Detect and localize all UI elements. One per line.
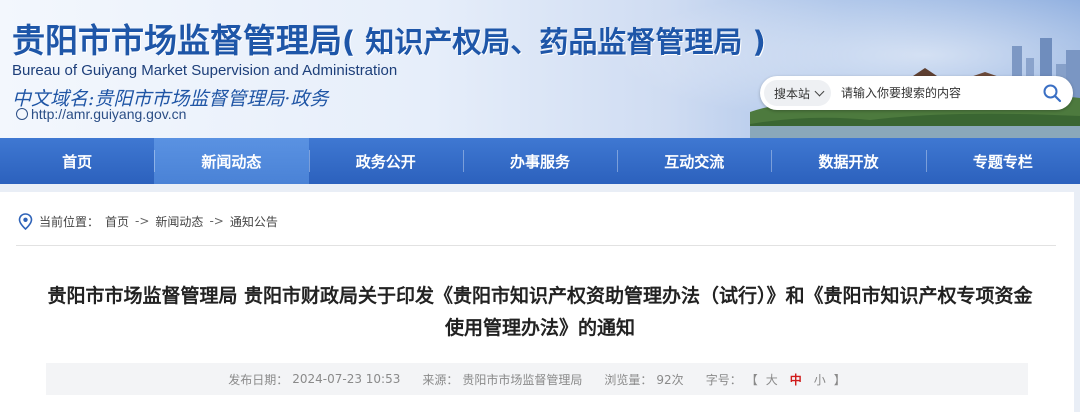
font-size-label: 字号： bbox=[705, 372, 742, 387]
nav-item-special-topics[interactable]: 专题专栏 bbox=[925, 138, 1080, 184]
breadcrumb-separator: -> bbox=[135, 214, 150, 228]
view-count: 浏览量： 92次 bbox=[604, 371, 683, 388]
nav-label: 专题专栏 bbox=[972, 152, 1033, 171]
font-size-bracket: 】 bbox=[833, 372, 846, 387]
font-size-small-button[interactable]: 小 bbox=[814, 371, 826, 388]
source: 来源： 贵阳市市场监督管理局 bbox=[422, 371, 582, 388]
breadcrumb-prefix: 当前位置： bbox=[39, 214, 100, 229]
nav-label: 互动交流 bbox=[664, 152, 725, 171]
nav-item-government-affairs[interactable]: 政务公开 bbox=[308, 138, 463, 184]
publish-date-label: 发布日期： bbox=[228, 372, 289, 387]
nav-item-interaction[interactable]: 互动交流 bbox=[617, 138, 771, 184]
nav-item-open-data[interactable]: 数据开放 bbox=[771, 138, 925, 184]
article-meta: 发布日期： 2024-07-23 10:53 来源： 贵阳市市场监督管理局 浏览量：… bbox=[46, 363, 1028, 395]
main-nav: 首页 新闻动态 政务公开 办事服务 互动交流 数据开放 专题专栏 bbox=[0, 138, 1080, 184]
breadcrumb-home[interactable]: 首页 bbox=[105, 213, 129, 230]
location-pin-icon bbox=[18, 212, 33, 230]
publish-date-value: 2024-07-23 10:53 bbox=[292, 372, 401, 386]
source-label: 来源： bbox=[422, 372, 459, 387]
article-title: 贵阳市市场监督管理局 贵阳市财政局关于印发《贵阳市知识产权资助管理办法（试行）》… bbox=[47, 285, 1033, 339]
site-url[interactable]: http://amr.guiyang.gov.cn bbox=[16, 106, 186, 122]
nav-label: 政务公开 bbox=[355, 152, 416, 171]
search-scope-label: 搜本站 bbox=[774, 86, 811, 101]
search-box: 搜本站 bbox=[760, 76, 1073, 110]
breadcrumb-separator: -> bbox=[209, 214, 224, 228]
divider bbox=[16, 245, 1056, 246]
breadcrumb-news[interactable]: 新闻动态 bbox=[155, 213, 203, 230]
search-button[interactable] bbox=[1037, 78, 1067, 108]
font-size-medium-button[interactable]: 中 bbox=[790, 371, 802, 388]
site-header: 贵阳市市场监督管理局( 知识产权局、药品监督管理局 ) Bureau of Gu… bbox=[0, 0, 1080, 138]
search-input[interactable] bbox=[841, 80, 1037, 106]
search-icon bbox=[1043, 84, 1062, 103]
site-title-sub: ( 知识产权局、药品监督管理局 ) bbox=[342, 25, 766, 59]
font-size-control: 字号： 【 大 中 小 】 bbox=[706, 371, 846, 388]
nav-item-news[interactable]: 新闻动态 bbox=[154, 138, 309, 184]
view-count-label: 浏览量： bbox=[604, 372, 653, 387]
site-title: 贵阳市市场监督管理局( 知识产权局、药品监督管理局 ) bbox=[12, 14, 766, 62]
view-count-value: 92次 bbox=[656, 372, 684, 387]
nav-label: 新闻动态 bbox=[201, 152, 262, 171]
nav-item-services[interactable]: 办事服务 bbox=[462, 138, 617, 184]
site-title-english: Bureau of Guiyang Market Supervision and… bbox=[12, 62, 398, 79]
article-card: 当前位置： 首页 -> 新闻动态 -> 通知公告 贵阳市市场监督管理局 贵阳市财… bbox=[0, 192, 1074, 412]
nav-label: 首页 bbox=[62, 152, 93, 171]
font-size-bracket: 【 bbox=[745, 372, 758, 387]
breadcrumb-notices[interactable]: 通知公告 bbox=[230, 213, 278, 230]
search-scope-select[interactable]: 搜本站 bbox=[764, 80, 832, 106]
source-value: 贵阳市市场监督管理局 bbox=[462, 372, 583, 387]
nav-item-home[interactable]: 首页 bbox=[0, 138, 154, 184]
publish-date: 发布日期： 2024-07-23 10:53 bbox=[228, 371, 400, 388]
chevron-down-icon bbox=[814, 86, 825, 96]
globe-icon bbox=[16, 108, 28, 120]
nav-label: 办事服务 bbox=[509, 152, 570, 171]
font-size-large-button[interactable]: 大 bbox=[766, 371, 778, 388]
site-title-main: 贵阳市市场监督管理局 bbox=[12, 21, 342, 60]
site-url-text: http://amr.guiyang.gov.cn bbox=[31, 106, 187, 122]
breadcrumb: 当前位置： 首页 -> 新闻动态 -> 通知公告 bbox=[18, 212, 278, 230]
nav-label: 数据开放 bbox=[818, 152, 879, 171]
